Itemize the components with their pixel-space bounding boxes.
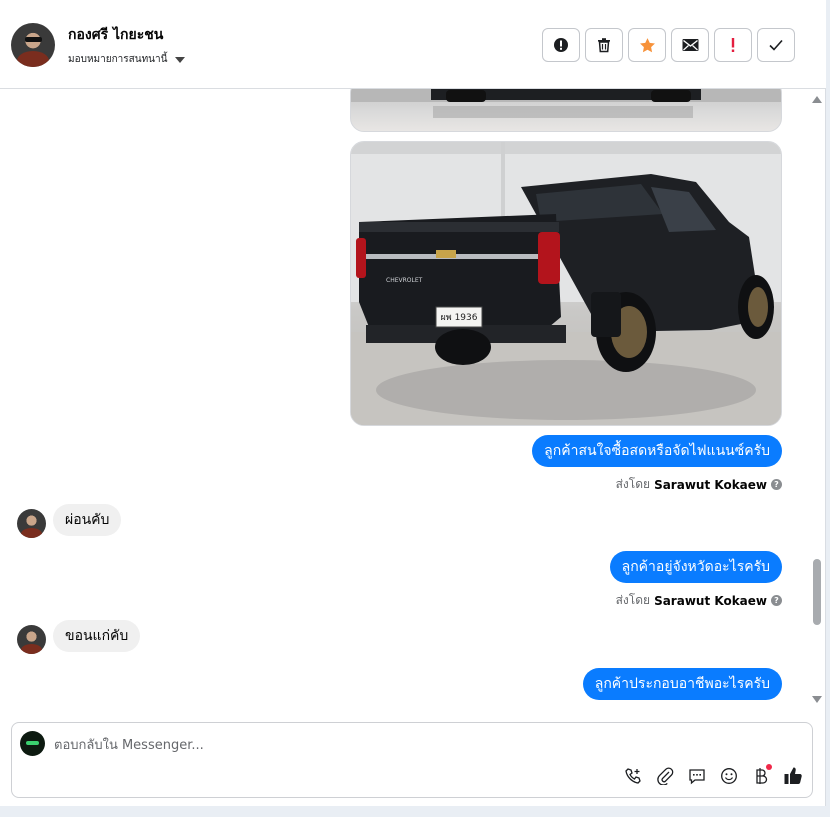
- help-icon[interactable]: ?: [771, 479, 782, 490]
- outgoing-message[interactable]: ลูกค้าประกอบอาชีพอะไรครับ: [582, 668, 782, 700]
- incoming-message[interactable]: ผ่อนคับ: [53, 504, 122, 536]
- conversation-header: กองศรี ไกยะชน มอบหมายการสนทนานี้: [0, 0, 826, 89]
- incoming-message[interactable]: ขอนแก่คับ: [53, 620, 141, 652]
- smiley-icon: [721, 768, 737, 784]
- help-icon[interactable]: ?: [771, 595, 782, 606]
- photo-content: [351, 89, 781, 118]
- sent-by-info: ส่งโดย Sarawut Kokaew ?: [616, 591, 782, 610]
- envelope-icon: [682, 39, 698, 51]
- payment-button[interactable]: [750, 764, 772, 787]
- spam-button[interactable]: [542, 28, 580, 62]
- emoji-button[interactable]: [718, 765, 740, 787]
- sent-by-prefix: ส่งโดย: [615, 477, 651, 491]
- follow-up-button[interactable]: [714, 28, 752, 62]
- truck-image: ผพ 1936 CHEVROLET: [351, 142, 781, 425]
- notification-dot: [766, 764, 772, 770]
- reply-composer: [11, 722, 813, 798]
- sent-by-info: ส่งโดย Sarawut Kokaew ?: [616, 475, 782, 494]
- thumbs-up-icon: [784, 767, 802, 784]
- paperclip-icon: [657, 767, 674, 785]
- contact-avatar-small[interactable]: [17, 625, 46, 654]
- phone-plus-icon: [625, 768, 641, 784]
- sent-by-name: Sarawut Kokaew: [654, 593, 767, 608]
- done-button[interactable]: [757, 28, 795, 62]
- scroll-down-arrow[interactable]: [812, 696, 822, 703]
- saved-replies-button[interactable]: [686, 765, 708, 787]
- outgoing-message[interactable]: ลูกค้าอยู่จังหวัดอะไรครับ: [609, 551, 782, 583]
- shared-photo-truck[interactable]: ผพ 1936 CHEVROLET: [350, 141, 782, 426]
- page-avatar: [20, 731, 45, 756]
- delete-button[interactable]: [585, 28, 623, 62]
- assign-conversation-dropdown[interactable]: มอบหมายการสนทนานี้: [68, 52, 186, 67]
- star-button[interactable]: [628, 28, 666, 62]
- scroll-up-arrow[interactable]: [812, 96, 822, 103]
- call-button[interactable]: [622, 765, 644, 787]
- baht-icon: [756, 768, 768, 784]
- composer-tools: [622, 764, 804, 787]
- exclamation-icon: [731, 38, 735, 52]
- shared-photo[interactable]: [350, 89, 782, 132]
- header-actions: [542, 28, 795, 62]
- plate-text: ผพ 1936: [441, 313, 478, 323]
- sent-by-prefix: ส่งโดย: [615, 593, 651, 607]
- contact-avatar-small[interactable]: [17, 509, 46, 538]
- conversation-panel: กองศรี ไกยะชน มอบหมายการสนทนานี้ ผพ 1936…: [0, 0, 826, 806]
- attach-button[interactable]: [654, 765, 676, 787]
- contact-avatar[interactable]: [11, 23, 55, 67]
- message-thread[interactable]: ผพ 1936 CHEVROLET ลูกค้าสนใจซื้อสดหรือจั…: [0, 89, 810, 709]
- reply-input[interactable]: [54, 735, 754, 755]
- star-icon: [639, 37, 655, 52]
- outgoing-message[interactable]: ลูกค้าสนใจซื้อสดหรือจัดไฟแนนซ์ครับ: [532, 435, 782, 467]
- contact-name[interactable]: กองศรี ไกยะชน: [68, 24, 163, 46]
- caret-down-icon: [175, 56, 186, 63]
- email-button[interactable]: [671, 28, 709, 62]
- alert-circle-icon: [554, 38, 568, 52]
- sent-by-name: Sarawut Kokaew: [654, 477, 767, 492]
- scrollbar-thumb[interactable]: [813, 559, 821, 625]
- trash-icon: [598, 38, 610, 53]
- check-icon: [769, 39, 783, 51]
- assign-label: มอบหมายการสนทนานี้: [68, 54, 168, 65]
- like-button[interactable]: [782, 765, 804, 787]
- truck-brand-text: CHEVROLET: [386, 277, 423, 284]
- chat-bubble-icon: [689, 769, 705, 785]
